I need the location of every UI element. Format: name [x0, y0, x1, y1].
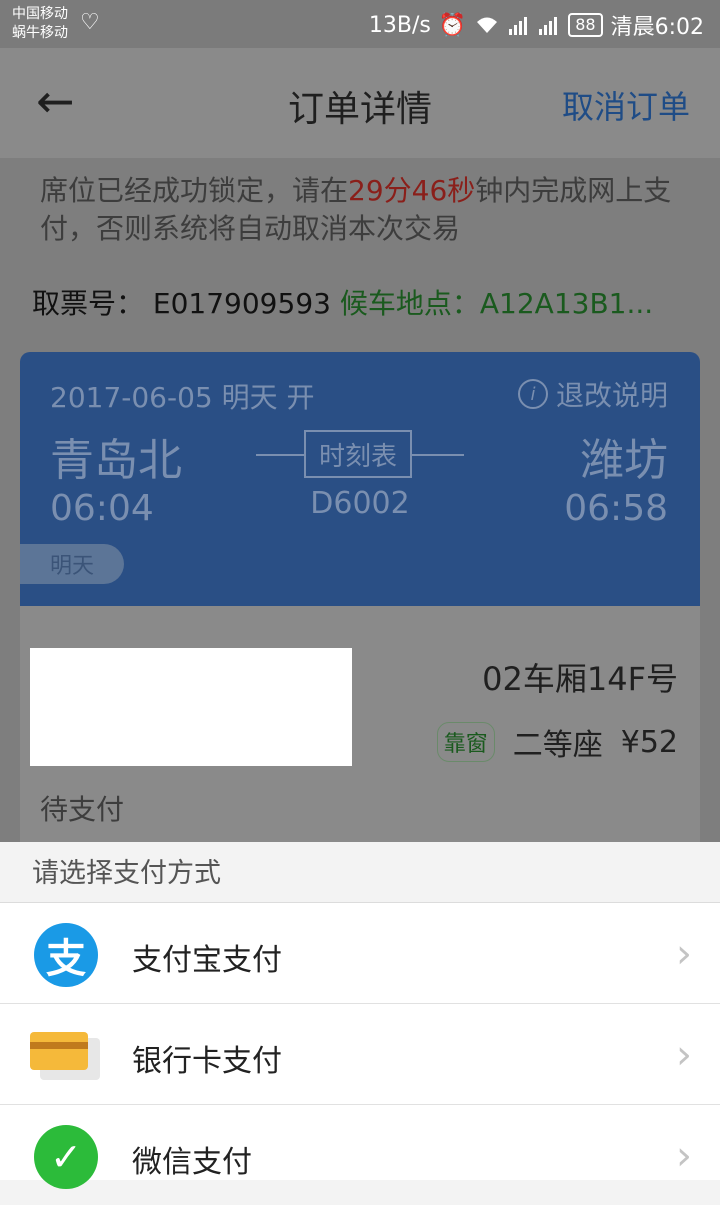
order-detail-content: 席位已经成功锁定，请在29分46秒钟内完成网上支付，否则系统将自动取消本次交易 … — [0, 158, 720, 842]
bank-card-icon — [30, 1032, 100, 1080]
passenger-seat-card: 02车厢14F号 靠窗 二等座 ¥52 待支付 — [20, 606, 700, 842]
countdown-timer: 29分46秒 — [348, 174, 476, 207]
payment-option-bank-card[interactable]: 银行卡支付 › — [0, 1004, 720, 1104]
passenger-info-redacted — [30, 648, 352, 766]
status-indicators: 13B/s ⏰ 88 清晨6:02 — [369, 9, 704, 41]
seat-details: 靠窗 二等座 ¥52 — [436, 720, 678, 764]
carrier-primary: 中国移动 — [12, 6, 68, 22]
payment-option-label: 银行卡支付 — [132, 1044, 282, 1079]
payment-sheet-title: 请选择支付方式 — [0, 842, 720, 903]
alipay-icon: 支 — [34, 923, 98, 987]
payment-option-label: 支付宝支付 — [132, 943, 282, 978]
route-line-right — [412, 454, 464, 456]
alarm-icon: ⏰ — [438, 12, 467, 38]
chevron-right-icon: › — [676, 1133, 692, 1179]
network-speed: 13B/s — [368, 12, 431, 38]
waiting-location: A12A13B1... — [479, 287, 654, 320]
payment-status: 待支付 — [40, 793, 125, 826]
payment-option-label: 微信支付 — [132, 1145, 252, 1180]
battery-icon: 88 — [568, 13, 603, 37]
signal-icon — [509, 17, 528, 35]
info-icon: i — [517, 379, 548, 409]
departure-time: 06:04 — [50, 488, 154, 529]
refund-policy-label: 退改说明 — [555, 379, 668, 412]
route-line-left — [256, 454, 304, 456]
cancel-order-button[interactable]: 取消订单 — [562, 82, 690, 128]
car-seat-number: 02车厢14F号 — [482, 660, 678, 698]
waiting-location-label: 候车地点： — [339, 287, 480, 320]
tomorrow-badge: 明天 — [20, 544, 124, 584]
chevron-right-icon: › — [676, 931, 692, 977]
wechat-pay-icon: ✓ — [34, 1125, 98, 1189]
wifi-icon — [477, 17, 498, 33]
window-seat-badge: 靠窗 — [436, 722, 495, 762]
clock: 清晨6:02 — [610, 15, 704, 40]
payment-method-sheet: 请选择支付方式 支 支付宝支付 › 银行卡支付 › ✓ 微信支付 › — [0, 842, 720, 1189]
ticket-price: ¥52 — [620, 724, 678, 760]
chevron-right-icon: › — [676, 1032, 692, 1078]
seat-class: 二等座 — [512, 728, 603, 763]
ticket-number: E017909593 — [152, 287, 331, 320]
carrier-info: 中国移动 蜗牛移动 — [12, 5, 68, 43]
payment-option-wechat[interactable]: ✓ 微信支付 › — [0, 1105, 720, 1205]
payment-option-alipay[interactable]: 支 支付宝支付 › — [0, 903, 720, 1003]
carrier-secondary: 蜗牛移动 — [12, 25, 68, 41]
train-card: 2017-06-05 明天 开 i 退改说明 青岛北 潍坊 时刻表 D6002 … — [20, 352, 700, 606]
timetable-button[interactable]: 时刻表 — [304, 430, 412, 478]
from-station: 青岛北 — [50, 435, 182, 486]
to-station: 潍坊 — [580, 435, 668, 486]
status-bar: 中国移动 蜗牛移动 ♡ 13B/s ⏰ 88 清晨6:02 — [0, 0, 720, 48]
notice-prefix: 席位已经成功锁定，请在 — [40, 174, 349, 207]
signal-icon — [539, 17, 558, 35]
ticket-number-label: 取票号： — [32, 287, 145, 320]
top-nav-bar: ← 订单详情 取消订单 — [0, 48, 720, 158]
ticket-info-line: 取票号： E017909593 候车地点：A12A13B1... — [32, 282, 692, 322]
payment-notice: 席位已经成功锁定，请在29分46秒钟内完成网上支付，否则系统将自动取消本次交易 — [40, 172, 690, 248]
departure-date: 2017-06-05 明天 开 — [50, 381, 315, 414]
arrival-time: 06:58 — [564, 488, 668, 529]
heart-icon: ♡ — [80, 10, 100, 35]
refund-policy-link[interactable]: i 退改说明 — [517, 374, 668, 414]
